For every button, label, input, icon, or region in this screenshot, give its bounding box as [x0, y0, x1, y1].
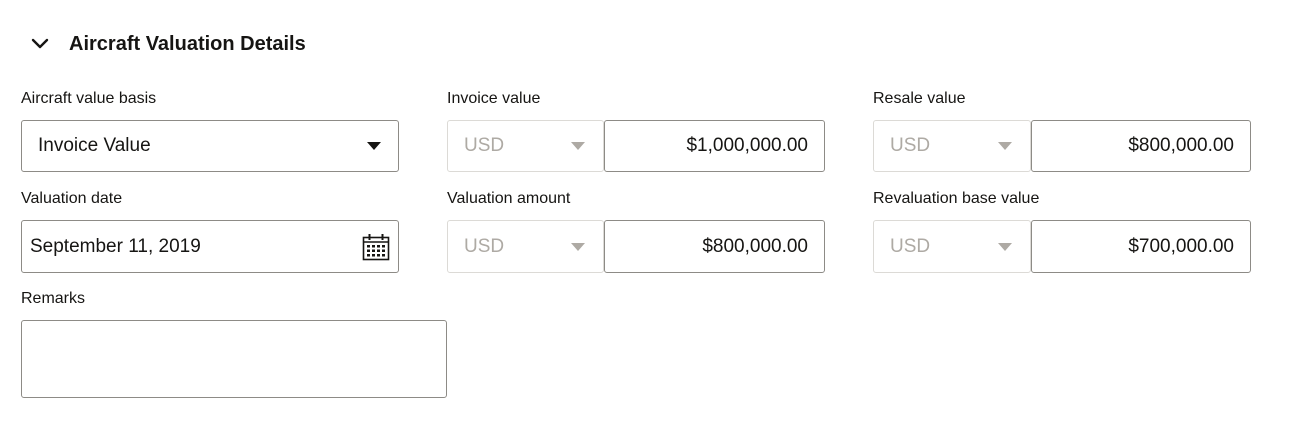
resale-currency-select[interactable]: USD [873, 120, 1031, 172]
invoice-value-label: Invoice value [447, 90, 541, 107]
valuation-date-input[interactable]: September 11, 2019 [21, 220, 399, 273]
valuation-amount-input[interactable]: $800,000.00 [604, 220, 825, 273]
dropdown-arrow-icon [367, 142, 381, 150]
resale-currency: USD [890, 135, 931, 156]
dropdown-arrow-icon [571, 142, 585, 150]
revaluation-amount-input[interactable]: $700,000.00 [1031, 220, 1251, 273]
resale-value-label: Resale value [873, 90, 966, 107]
resale-amount-input[interactable]: $800,000.00 [1031, 120, 1251, 172]
dropdown-arrow-icon [571, 242, 585, 251]
revaluation-currency: USD [890, 235, 931, 257]
remarks-label: Remarks [21, 290, 86, 307]
chevron-down-icon[interactable] [30, 34, 50, 54]
valuation-date-label: Valuation date [21, 190, 123, 207]
valuation-currency-select[interactable]: USD [447, 220, 604, 273]
value-basis-selected: Invoice Value [38, 135, 151, 156]
calendar-icon[interactable] [361, 232, 391, 262]
value-basis-label: Aircraft value basis [21, 90, 157, 107]
value-basis-select[interactable]: Invoice Value [21, 120, 399, 172]
section-title: Aircraft Valuation Details [69, 32, 306, 55]
valuation-currency: USD [464, 235, 505, 257]
invoice-currency-select[interactable]: USD [447, 120, 604, 172]
valuation-amount-label: Valuation amount [447, 190, 571, 207]
dropdown-arrow-icon [998, 142, 1012, 150]
dropdown-arrow-icon [998, 242, 1012, 251]
revaluation-base-label: Revaluation base value [873, 190, 1040, 207]
valuation-date-value: September 11, 2019 [30, 235, 201, 257]
revaluation-currency-select[interactable]: USD [873, 220, 1031, 273]
section-header: Aircraft Valuation Details [30, 30, 306, 58]
remarks-textarea[interactable] [21, 320, 447, 398]
invoice-amount-input[interactable]: $1,000,000.00 [604, 120, 825, 172]
invoice-currency: USD [464, 135, 505, 156]
